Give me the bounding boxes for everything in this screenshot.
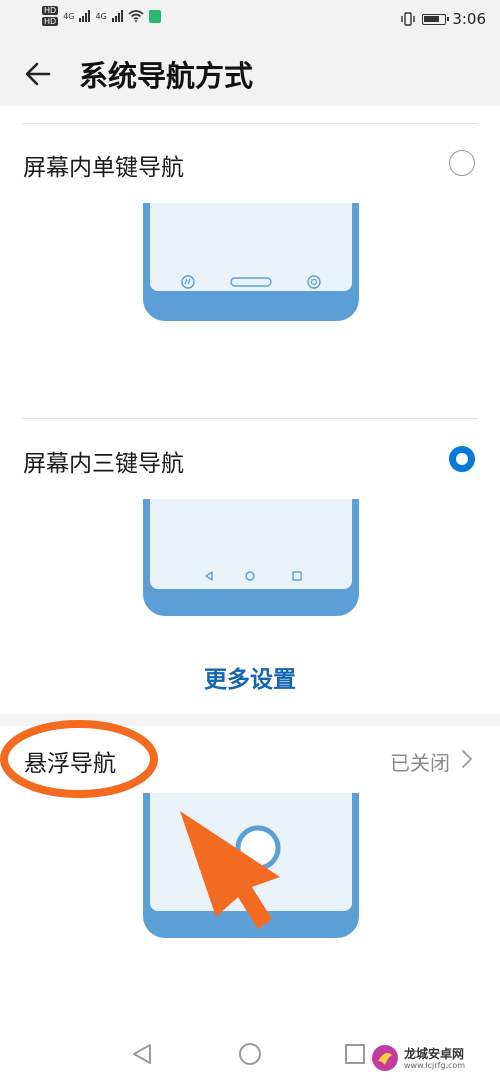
phone-screen xyxy=(150,499,352,589)
network-label-2: 4G xyxy=(95,11,107,21)
battery-icon xyxy=(422,13,450,25)
option-label-single-key[interactable]: 屏幕内单键导航 xyxy=(23,148,184,182)
status-time: 3:06 xyxy=(452,10,486,28)
watermark-name: 龙城安卓网 xyxy=(404,1046,465,1061)
wifi-icon xyxy=(128,10,144,22)
home-circle-icon[interactable] xyxy=(238,1042,262,1066)
phone-screen xyxy=(150,203,352,291)
radio-single-key[interactable] xyxy=(449,150,475,176)
signal-icon-2 xyxy=(111,10,123,22)
phone-preview-three-key xyxy=(143,499,359,616)
status-right: 3:06 xyxy=(400,10,486,28)
page-title: 系统导航方式 xyxy=(79,59,254,93)
network-label-1: 4G xyxy=(63,11,75,21)
hd-badge-2: HD xyxy=(42,17,59,26)
divider xyxy=(22,123,478,124)
watermark-text: 龙城安卓网 www.lcjrfg.com xyxy=(404,1047,465,1070)
watermark: 龙城安卓网 www.lcjrfg.com xyxy=(370,1043,465,1073)
single-key-nav-icons xyxy=(181,275,321,289)
more-settings-link[interactable]: 更多设置 xyxy=(0,660,500,694)
signal-icon xyxy=(79,10,91,22)
back-triangle-icon[interactable] xyxy=(130,1042,154,1066)
vibrate-icon xyxy=(401,12,416,26)
phone-preview-single-key xyxy=(143,203,359,321)
watermark-logo-icon xyxy=(372,1045,398,1071)
recents-square-icon[interactable] xyxy=(344,1043,366,1065)
hd-badge-1: HD xyxy=(42,6,59,15)
status-bar: HD HD 4G 4G 3:06 xyxy=(0,0,500,40)
watermark-url: www.lcjrfg.com xyxy=(404,1060,466,1070)
sim-icon xyxy=(148,9,161,23)
app-bar: 系统导航方式 xyxy=(0,40,500,106)
floating-nav-status[interactable]: 已关闭 xyxy=(390,747,450,776)
option-label-three-key[interactable]: 屏幕内三键导航 xyxy=(23,444,184,478)
radio-three-key[interactable] xyxy=(449,446,475,472)
divider xyxy=(22,418,478,419)
three-key-nav-icons xyxy=(205,571,302,581)
chevron-right-icon[interactable] xyxy=(460,748,474,770)
annotation-circle xyxy=(0,720,158,798)
back-arrow-icon[interactable] xyxy=(20,56,56,92)
annotation-arrow-icon xyxy=(180,811,280,929)
status-left: HD HD 4G 4G xyxy=(42,6,161,26)
